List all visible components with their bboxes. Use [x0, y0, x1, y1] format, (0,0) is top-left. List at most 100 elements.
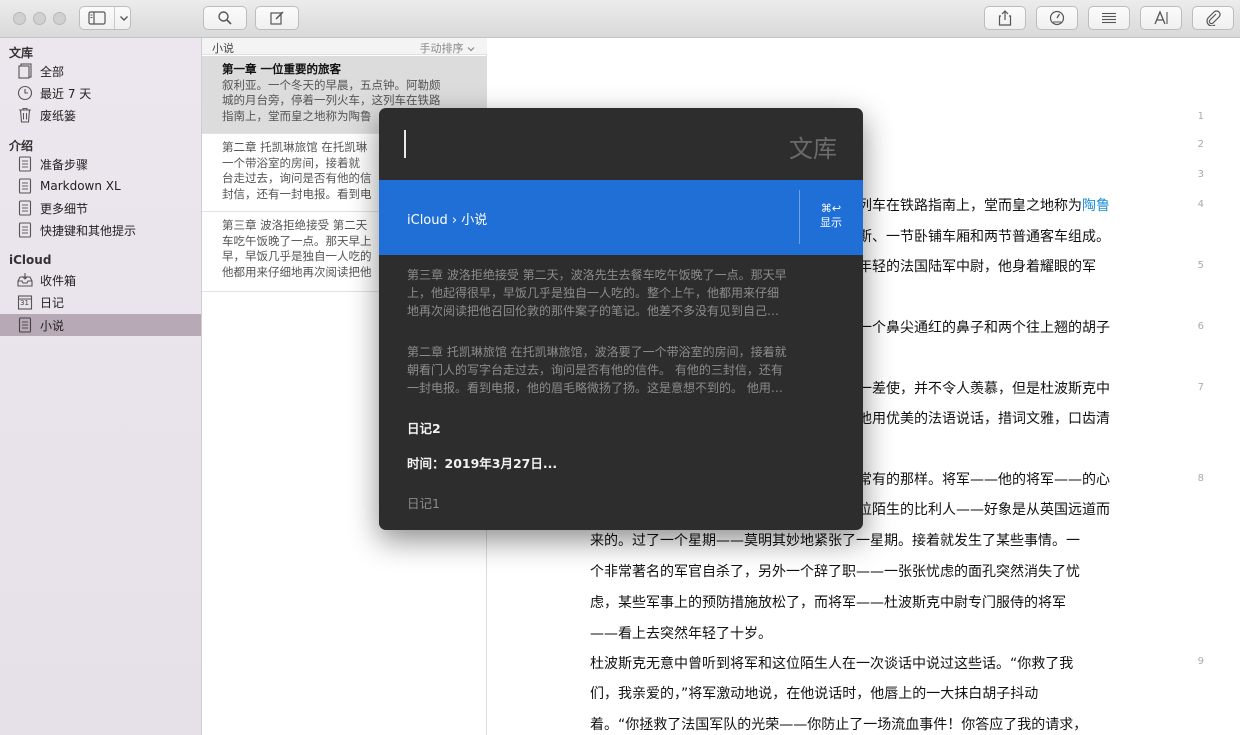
toolbar	[0, 0, 1240, 38]
quick-open-result-title[interactable]: 日记2	[407, 418, 441, 437]
share-button[interactable]	[984, 6, 1026, 30]
line-number: 6	[1197, 321, 1204, 332]
zoom-window-button[interactable]	[53, 12, 66, 25]
result-line: 地再次阅读把他召回伦敦的那件案子的笔记。他差不多没有见到自己…	[407, 304, 780, 318]
text-line: ——看上去突然年轻了十岁。	[590, 626, 772, 642]
sidebar-item-label: 废纸篓	[40, 108, 77, 123]
result-line: 一封电报。看到电报，他的眉毛略微扬了扬。这是意想不到的。 他用…	[407, 381, 783, 395]
shortcut-label: 显示	[820, 216, 842, 229]
sidebar-item-all[interactable]: 全部	[0, 60, 201, 82]
text-line: 一差使，并不令人羡慕，但是杜波斯克中	[858, 381, 1110, 397]
text-line: 们，我亲爱的，”将军激动地说，在他说话时，他唇上的一大抹白胡子抖动	[590, 686, 1039, 702]
document-icon	[18, 178, 32, 194]
sidebar-item-label: Markdown XL	[40, 179, 121, 193]
sidebar-item-recent[interactable]: 最近 7 天	[0, 82, 201, 104]
sidebar-item-label: 快捷键和其他提示	[40, 223, 137, 238]
chevron-down-icon	[467, 47, 475, 52]
line-number: 7	[1197, 382, 1204, 393]
quick-open-panel: 文库 iCloud › 小说 ⌘↩ 显示 第三章 波洛拒绝接受 第二天，波洛先生…	[379, 108, 863, 530]
sidebar-toggle-button[interactable]	[79, 6, 131, 30]
quick-open-result-title[interactable]: 日记1	[407, 493, 440, 512]
sidebar-item-label: 日记	[40, 295, 65, 310]
compose-icon	[270, 11, 284, 25]
line-number: 4	[1197, 199, 1204, 210]
sidebar-item-label: 全部	[40, 64, 65, 79]
minimize-window-button[interactable]	[33, 12, 46, 25]
typography-icon	[1154, 10, 1168, 25]
sidebar-item-label: 准备步骤	[40, 157, 89, 172]
note-snippet-line: 叙利亚。一个冬天的早晨，五点钟。阿勒颇	[222, 77, 441, 92]
new-note-button[interactable]	[255, 6, 299, 30]
quick-open-result-subtitle: 时间：2019年3月27日...	[407, 456, 558, 471]
attachment-icon	[1206, 10, 1221, 26]
text-line: 个非常著名的军官自杀了，另外一个辞了职——一张张忧虑的面孔突然消失了忧	[590, 564, 1080, 580]
sidebar-item-label: 更多细节	[40, 201, 89, 216]
stats-icon	[1049, 10, 1065, 26]
quick-open-search-field[interactable]: 文库	[379, 108, 863, 180]
outline-button[interactable]	[1088, 6, 1130, 30]
attachment-button[interactable]	[1192, 6, 1234, 30]
divider	[799, 190, 800, 244]
typography-button[interactable]	[1140, 6, 1182, 30]
sidebar-item-markdown-xl[interactable]: Markdown XL	[0, 175, 201, 197]
section-header-intro: 介绍	[9, 139, 34, 153]
sidebar-item-diary[interactable]: 31 日记	[0, 291, 201, 313]
sort-label: 手动排序	[419, 42, 464, 55]
stats-button[interactable]	[1036, 6, 1078, 30]
note-title: 第一章 一位重要的旅客	[222, 62, 342, 76]
line-number: 2	[1197, 139, 1204, 150]
share-icon	[998, 10, 1012, 26]
sort-menu[interactable]: 手动排序	[420, 40, 476, 56]
text-line: 斯、一节卧铺车厢和两节普通客车组成。	[858, 229, 1110, 245]
note-list-header: 小说 手动排序	[202, 38, 487, 55]
text-link[interactable]: 陶鲁	[1082, 198, 1110, 214]
note-snippet-line: 城的月台旁，停着一列火车，这列车在铁路	[222, 93, 441, 107]
sidebar-item-inbox[interactable]: 收件箱	[0, 269, 201, 291]
quick-open-result[interactable]: 第二章 托凯琳旅馆 在托凯琳旅馆，波洛要了一个带浴室的房间，接着就 朝看门人的写…	[407, 343, 837, 397]
search-button[interactable]	[203, 6, 247, 30]
sidebar-toggle-icon	[88, 11, 106, 25]
sidebar-item-getting-started[interactable]: 准备步骤	[0, 153, 201, 175]
text-line: 虑，某些军事上的预防措施放松了，而将军——杜波斯克中尉专门服侍的将军	[590, 595, 1066, 611]
line-number: 5	[1197, 260, 1204, 271]
sidebar-item-label: 收件箱	[40, 273, 77, 288]
shortcut-keys: ⌘↩	[820, 202, 842, 215]
chevron-down-icon[interactable]	[119, 14, 129, 22]
text-line: 杜波斯克无意中曾听到将军和这位陌生人在一次谈话中说过这些话。“你救了我	[590, 656, 1074, 672]
result-line: 第二章 托凯琳旅馆 在托凯琳旅馆，波洛要了一个带浴室的房间，接着就	[407, 345, 787, 359]
inbox-icon	[17, 273, 33, 287]
notes-stack-icon	[18, 63, 32, 79]
sidebar-item-novel[interactable]: 小说	[0, 314, 201, 336]
document-icon	[18, 222, 32, 238]
section-header-library: 文库	[9, 46, 34, 60]
text-line: 一个鼻尖通红的鼻子和两个往上翘的胡子	[858, 320, 1110, 336]
clock-icon	[17, 85, 33, 101]
text-line: 列车在铁路指南上，堂而皇之地称为陶鲁	[858, 195, 1110, 215]
search-icon	[218, 11, 232, 25]
result-path: iCloud › 小说	[407, 213, 488, 228]
note-list-title: 小说	[212, 42, 234, 55]
reveal-shortcut[interactable]: ⌘↩ 显示	[811, 202, 851, 230]
sidebar-item-shortcuts[interactable]: 快捷键和其他提示	[0, 219, 201, 241]
sidebar-item-more-details[interactable]: 更多细节	[0, 197, 201, 219]
document-icon	[18, 156, 32, 172]
text-caret	[404, 130, 406, 158]
quick-open-result[interactable]: 第三章 波洛拒绝接受 第二天，波洛先生去餐车吃午饭晚了一点。那天早 上，他起得很…	[407, 266, 837, 320]
section-header-icloud: iCloud	[9, 253, 52, 267]
quick-open-selected-result[interactable]: iCloud › 小说 ⌘↩ 显示	[379, 180, 863, 255]
text-line: 年轻的法国陆军中尉，他身着耀眼的军	[858, 259, 1096, 275]
sidebar-item-trash[interactable]: 废纸篓	[0, 104, 201, 126]
text-run: 列车在铁路指南上，堂而皇之地称为	[858, 198, 1082, 214]
text-line: 常有的那样。将军——他的将军——的心	[858, 472, 1110, 488]
text-line: 位陌生的比利人——好象是从英国远道而	[858, 502, 1110, 518]
line-number: 9	[1197, 656, 1204, 667]
calendar-day: 31	[20, 299, 29, 307]
sidebar-item-label: 最近 7 天	[40, 86, 92, 101]
result-line: 朝看门人的写字台走过去，询问是否有他的信件。 有他的三封信，还有	[407, 363, 783, 377]
trash-icon	[19, 107, 31, 123]
sidebar-item-label: 小说	[40, 318, 65, 333]
document-icon	[18, 200, 32, 216]
line-number: 1	[1197, 111, 1204, 122]
outline-icon	[1102, 12, 1116, 24]
close-window-button[interactable]	[13, 12, 26, 25]
